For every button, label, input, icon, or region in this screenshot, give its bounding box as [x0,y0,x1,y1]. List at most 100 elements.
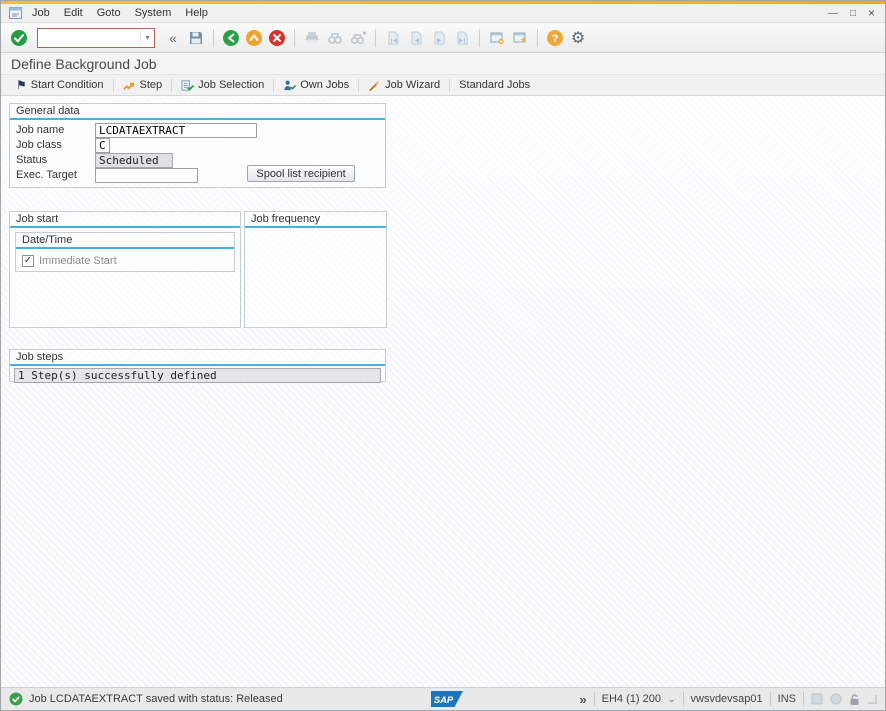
job-class-label: Job class [16,139,95,151]
command-field-dropdown-icon[interactable]: ▾ [140,33,154,42]
find-icon [325,28,345,48]
insert-mode-indicator[interactable]: INS [778,693,796,705]
statusbar-expand-button[interactable]: » [579,692,586,707]
checkbox-check-icon: ✓ [24,256,32,266]
statusbar-separator [770,692,771,706]
toolbar-separator [294,29,295,47]
general-data-group: General data Job name Job class Status S… [9,103,386,188]
own-jobs-button[interactable]: Own Jobs [274,75,358,95]
screen-title-bar: Define Background Job [1,53,885,75]
group-underline [16,247,234,249]
command-field[interactable] [38,30,140,46]
lock-icon [849,693,860,706]
statusbar-separator [683,692,684,706]
immediate-start-label: Immediate Start [39,255,117,267]
system-menu-icon[interactable] [7,6,23,20]
statusbar-right: » EH4 (1) 200 ⌄ vwsvdevsap01 INS [579,692,877,707]
page-title: Define Background Job [11,56,157,72]
group-underline [245,226,386,228]
own-jobs-icon [283,79,296,92]
job-name-input[interactable] [95,123,257,138]
exit-up-icon[interactable] [244,28,264,48]
exec-target-label: Exec. Target [16,169,95,181]
menu-goto[interactable]: Goto [90,5,128,21]
system-session-indicator[interactable]: EH4 (1) 200 [602,693,661,705]
group-title: Job frequency [245,212,386,226]
job-steps-status-field: 1 Step(s) successfully defined [14,368,381,383]
status-value-field: Scheduled [95,153,173,168]
statusbar-separator [594,692,595,706]
command-field-wrap: ▾ [37,28,155,48]
first-page-icon [383,28,403,48]
group-title: Date/Time [16,233,234,247]
menu-system[interactable]: System [128,5,179,21]
create-shortcut-icon[interactable] [510,28,530,48]
application-toolbar: ⚑ Start Condition Step Job Selection Own… [1,75,885,96]
spool-list-recipient-button[interactable]: Spool list recipient [247,165,355,182]
menu-bar: Job Edit Goto System Help — □ × [1,4,885,23]
prev-page-icon [406,28,426,48]
performance-icon [811,693,823,705]
back-icon[interactable] [221,28,241,48]
save-icon[interactable] [186,28,206,48]
job-selection-icon [181,79,194,92]
last-page-icon [452,28,472,48]
toolbar-separator [537,29,538,47]
job-start-group: Job start Date/Time ✓ Immediate Start [9,211,241,328]
status-message: Job LCDATAEXTRACT saved with status: Rel… [29,693,283,705]
job-steps-group: Job steps 1 Step(s) successfully defined [9,349,386,382]
menu-edit[interactable]: Edit [57,5,90,21]
standard-jobs-button[interactable]: Standard Jobs [450,75,539,95]
sap-logo: SAP [431,691,463,710]
standard-toolbar: ▾ « [1,23,885,53]
step-button[interactable]: Step [114,75,172,95]
exec-target-input[interactable] [95,168,198,183]
customize-layout-icon[interactable]: ⚙ [568,28,588,48]
help-icon[interactable]: ? [545,28,565,48]
statusbar-separator [803,692,804,706]
group-underline [10,226,240,228]
main-content: General data Job name Job class Status S… [1,96,885,687]
status-bar: Job LCDATAEXTRACT saved with status: Rel… [1,687,885,710]
job-class-input[interactable] [95,138,110,153]
response-time-icon [830,693,842,705]
group-title: Job steps [10,350,385,364]
resize-grip-icon[interactable] [867,694,877,704]
group-underline [10,364,385,366]
success-status-icon [9,692,23,706]
svg-text:SAP: SAP [434,694,454,705]
menu-job[interactable]: Job [25,5,57,21]
toolbar-separator [375,29,376,47]
job-wizard-button[interactable]: Job Wizard [359,75,449,95]
close-button[interactable]: × [868,6,875,20]
server-name: vwsvdevsap01 [691,693,763,705]
system-caret-icon[interactable]: ⌄ [668,694,676,705]
job-wizard-icon [368,79,381,92]
group-title: General data [10,104,385,118]
menu-help[interactable]: Help [178,5,215,21]
toolbar-separator [213,29,214,47]
group-title: Job start [10,212,240,226]
find-next-icon [348,28,368,48]
cancel-icon[interactable] [267,28,287,48]
new-session-icon[interactable] [487,28,507,48]
enter-icon[interactable] [9,28,29,48]
svg-text:?: ? [552,33,559,45]
date-time-group: Date/Time ✓ Immediate Start [15,232,235,272]
job-selection-button[interactable]: Job Selection [172,75,273,95]
start-condition-button[interactable]: ⚑ Start Condition [7,75,113,95]
job-frequency-group: Job frequency [244,211,387,328]
window-controls: — □ × [828,6,879,20]
maximize-button[interactable]: □ [850,8,856,19]
status-label: Status [16,154,95,166]
sap-gui-window: Job Edit Goto System Help — □ × ▾ « [0,0,886,711]
immediate-start-checkbox[interactable]: ✓ [22,255,34,267]
group-underline [10,118,385,120]
flag-icon: ⚑ [16,79,27,91]
job-name-label: Job name [16,124,95,136]
minimize-button[interactable]: — [828,8,838,19]
print-icon [302,28,322,48]
toolbar-separator [479,29,480,47]
collapse-icon[interactable]: « [163,28,183,48]
next-page-icon [429,28,449,48]
